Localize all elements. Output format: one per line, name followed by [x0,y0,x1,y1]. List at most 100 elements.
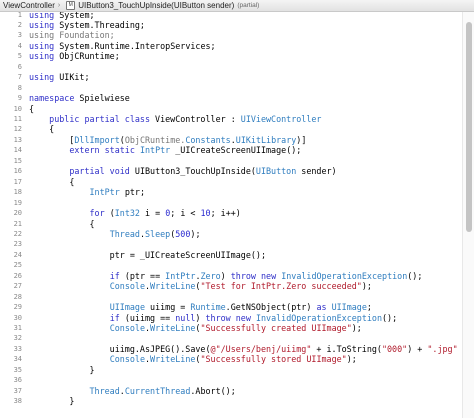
code-token: WriteLine [150,281,196,292]
code-token: namespace [29,93,75,104]
code-token: IntPtr [89,187,120,198]
code-token: UIButton [255,166,297,177]
code-line[interactable]: 37 Thread.CurrentThread.Abort(); [0,385,462,396]
code-text: Console.WriteLine("Successfully stored U… [22,354,357,364]
line-number: 15 [13,156,22,165]
code-line[interactable]: 32 [0,333,462,344]
code-line[interactable]: 16 partial void UIButton3_TouchUpInside(… [0,166,462,177]
code-line[interactable]: 27 Console.WriteLine("Test for IntPtr.Ze… [0,281,462,292]
code-token: InvalidOperationException [255,312,383,323]
code-line[interactable]: 28 [0,291,462,302]
code-token: } [29,396,75,407]
line-number: 27 [13,282,22,291]
code-token: { [29,218,95,229]
vertical-scrollbar[interactable] [462,12,474,418]
code-line[interactable]: 36 [0,375,462,386]
code-line[interactable]: 29 UIImage uiimg = Runtime.GetNSObject(p… [0,302,462,313]
code-token: DllImport [74,134,120,145]
code-line[interactable]: 31 Console.WriteLine("Successfully creat… [0,323,462,334]
code-token: .GetNSObject(ptr) [225,302,317,313]
scrollbar-thumb[interactable] [466,22,472,232]
code-line[interactable]: 9 namespace Spielwiese [0,93,462,104]
line-number: 20 [13,209,22,218]
code-line[interactable]: 35 } [0,364,462,375]
code-token: ( [104,208,115,219]
code-line[interactable]: 18 IntPtr ptr; [0,187,462,198]
code-line[interactable]: 33 uiimg.AsJPEG().Save(@"/Users/benj/uii… [0,343,462,354]
code-line[interactable]: 20 for (Int32 i = 0; i < 10; i++) [0,208,462,219]
breadcrumb-item-method[interactable]: M UIButton3_TouchUpInside(UIButton sende… [63,1,259,10]
line-number: 9 [17,94,22,103]
code-line[interactable]: 11 public partial class ViewController :… [0,114,462,125]
code-line[interactable]: 12 { [0,124,462,135]
line-number: 34 [13,355,22,364]
code-line[interactable]: 23 [0,239,462,250]
code-text: { [22,124,54,134]
code-text: if (ptr == IntPtr.Zero) throw new Invali… [22,270,423,281]
code-line[interactable]: 17 { [0,176,462,187]
code-line[interactable]: 21 { [0,218,462,229]
code-text: { [22,104,34,114]
code-token: ViewController : [150,114,241,124]
line-number: 21 [13,219,22,228]
code-token: ; [366,302,372,313]
code-token: ObjCRuntime. [124,134,186,145]
line-number: 30 [13,313,22,322]
code-token: ) [195,312,206,323]
code-token: UIKitLibrary [235,134,297,145]
line-number: 13 [13,135,22,144]
code-line[interactable]: 3 using Foundation; [0,30,462,41]
code-line[interactable]: 10 { [0,103,462,114]
code-line[interactable]: 30 if (uiimg == null) throw new InvalidO… [0,312,462,323]
code-line[interactable]: 25 [0,260,462,271]
code-line[interactable]: 15 [0,155,462,166]
code-text: Console.WriteLine("Test for IntPtr.Zero … [22,281,372,291]
code-token: using [29,72,55,83]
code-line[interactable]: 38 } [0,396,462,407]
code-token: _UICreateScreenUIImage(); [170,145,302,156]
breadcrumb-item-class[interactable]: ViewController [0,1,55,10]
code-token: using [29,51,55,62]
code-line[interactable]: 19 [0,197,462,208]
code-token: 10 [200,208,211,219]
code-token: Spielwiese [74,93,130,104]
code-line[interactable]: 34 Console.WriteLine("Successfully store… [0,354,462,365]
code-line[interactable]: 2 using System.Threading; [0,19,462,30]
code-token: )] [296,134,307,145]
code-line[interactable]: 24 ptr = _UICreateScreenUIImage(); [0,249,462,260]
code-token: using Foundation; [29,30,115,41]
code-token: UIKit; [54,72,90,83]
code-line[interactable]: 13 [DllImport(ObjCRuntime.Constants.UIKi… [0,134,462,145]
code-token: Int32 [114,208,140,219]
line-number: 16 [13,167,22,176]
code-editor-window: ViewController › M UIButton3_TouchUpInsi… [0,0,474,418]
code-token: UIImage [109,302,145,313]
code-line[interactable]: 6 [0,61,462,72]
code-text: Thread.Sleep(500); [22,229,201,239]
code-line[interactable]: 7 using UIKit; [0,72,462,83]
code-line[interactable]: 14 extern static IntPtr _UICreateScreenU… [0,145,462,156]
line-number: 22 [13,229,22,238]
code-line[interactable]: 8 [0,82,462,93]
line-number: 18 [13,188,22,197]
code-line[interactable]: 5 using ObjCRuntime; [0,51,462,62]
code-text-area[interactable]: 1 using System; 2 using System.Threading; 3 u… [0,12,462,418]
line-number: 36 [13,376,22,385]
code-line[interactable]: 22 Thread.Sleep(500); [0,228,462,239]
line-number: 25 [13,261,22,270]
code-text: using System.Runtime.InteropServices; [22,41,216,51]
code-token: InvalidOperationException [281,270,408,281]
code-token: public partial class [49,114,151,124]
code-token: partial void [69,166,130,177]
breadcrumb-method-label: UIButton3_TouchUpInside(UIButton sender) [78,1,235,10]
code-line[interactable]: 26 if (ptr == IntPtr.Zero) throw new Inv… [0,270,462,281]
line-number: 24 [13,250,22,259]
line-number: 3 [17,31,22,40]
line-number: 11 [13,115,22,123]
breadcrumb: ViewController › M UIButton3_TouchUpInsi… [0,0,474,12]
code-token: ; i++) [210,208,241,219]
code-line[interactable]: 4 using System.Runtime.InteropServices; [0,40,462,51]
